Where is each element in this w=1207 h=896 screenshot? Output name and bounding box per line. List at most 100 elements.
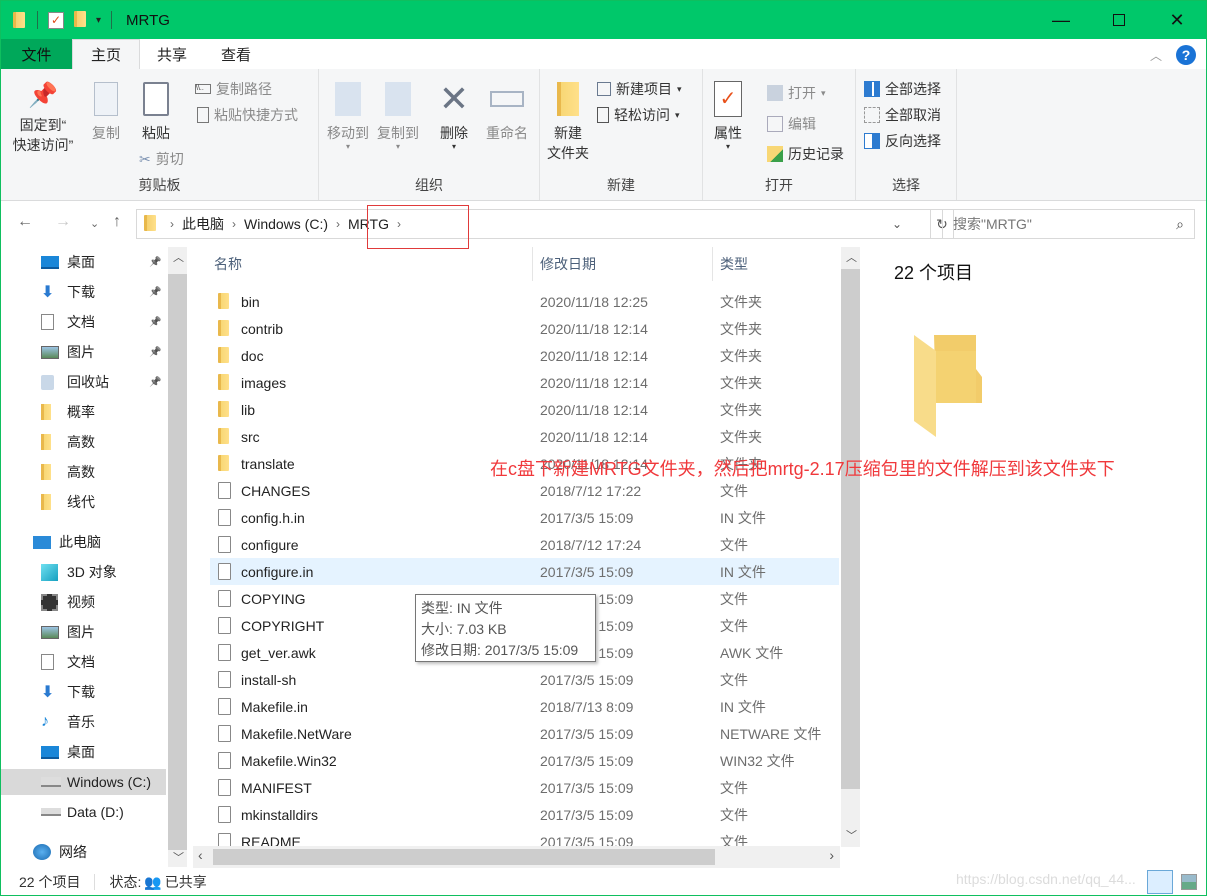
- sidebar-item-quick-access[interactable]: 图片 📌: [1, 339, 166, 365]
- tab-file[interactable]: 文件: [1, 39, 72, 69]
- delete-button[interactable]: ✕ 删除 ▾: [437, 79, 471, 151]
- tab-home[interactable]: 主页: [72, 39, 141, 69]
- easy-access-button[interactable]: 轻松访问 ▾: [597, 105, 680, 125]
- file-row[interactable]: lib 2020/11/18 12:14 文件夹: [210, 396, 839, 423]
- scroll-left-arrow[interactable]: ‹: [198, 847, 203, 863]
- rename-button[interactable]: 重命名: [483, 79, 531, 143]
- new-folder-button[interactable]: 新建 文件夹: [545, 79, 591, 163]
- sidebar-item-pc[interactable]: 图片: [1, 619, 166, 645]
- recent-locations-button[interactable]: ⌄: [90, 217, 99, 230]
- minimize-button[interactable]: —: [1032, 1, 1090, 39]
- scroll-right-arrow[interactable]: ›: [829, 847, 834, 863]
- file-row[interactable]: install-sh 2017/3/5 15:09 文件: [210, 666, 839, 693]
- breadcrumb-windows-c[interactable]: Windows (C:): [244, 216, 328, 232]
- file-list-scrollbar[interactable]: ︿ ﹀: [841, 247, 860, 847]
- sidebar-item-pc[interactable]: 3D 对象: [1, 559, 166, 585]
- pin-icon[interactable]: 📌: [149, 257, 161, 268]
- select-none-button[interactable]: 全部取消: [864, 105, 941, 125]
- pin-icon[interactable]: 📌: [149, 317, 161, 328]
- sidebar-item-quick-access[interactable]: 线代: [1, 489, 166, 515]
- breadcrumb-chevron-icon[interactable]: ›: [336, 217, 340, 231]
- scroll-up-arrow[interactable]: ︿: [173, 249, 184, 265]
- invert-selection-button[interactable]: 反向选择: [864, 131, 941, 151]
- sidebar-item-network[interactable]: 网络: [1, 839, 166, 865]
- help-icon[interactable]: ?: [1176, 45, 1196, 65]
- file-row[interactable]: Makefile.in 2018/7/13 8:09 IN 文件: [210, 693, 839, 720]
- scroll-up-arrow[interactable]: ︿: [846, 249, 857, 265]
- file-row[interactable]: configure.in 2017/3/5 15:09 IN 文件: [210, 558, 839, 585]
- new-folder-quick-icon[interactable]: [74, 10, 86, 30]
- forward-button[interactable]: →: [55, 213, 71, 231]
- new-item-button[interactable]: 新建项目 ▾: [597, 79, 682, 99]
- properties-quick-icon[interactable]: ✓: [48, 11, 64, 29]
- file-row[interactable]: src 2020/11/18 12:14 文件夹: [210, 423, 839, 450]
- address-history-dropdown[interactable]: ⌄: [892, 217, 902, 231]
- sidebar-item-pc[interactable]: 桌面: [1, 739, 166, 765]
- sidebar-item-quick-access[interactable]: 高数: [1, 429, 166, 455]
- properties-button[interactable]: ✓ 属性 ▾: [711, 79, 745, 151]
- cut-button[interactable]: ✂ 剪切: [139, 149, 184, 169]
- column-divider[interactable]: [532, 247, 533, 281]
- sidebar-item-quick-access[interactable]: 桌面 📌: [1, 249, 166, 275]
- sidebar-item-pc[interactable]: ⬇ 下载: [1, 679, 166, 705]
- move-to-button[interactable]: 移动到 ▾: [325, 79, 371, 151]
- search-input[interactable]: 搜索"MRTG" ⌕: [942, 209, 1195, 239]
- close-button[interactable]: ✕: [1148, 1, 1206, 39]
- paste-button[interactable]: 粘贴: [139, 79, 173, 143]
- sidebar-item-quick-access[interactable]: 概率: [1, 399, 166, 425]
- column-header-name[interactable]: 名称: [214, 247, 242, 281]
- paste-shortcut-button[interactable]: 粘贴快捷方式: [197, 105, 298, 125]
- large-icons-view-button[interactable]: [1181, 874, 1197, 890]
- copy-to-button[interactable]: 复制到 ▾: [375, 79, 421, 151]
- customize-toolbar-icon[interactable]: ▾: [96, 15, 101, 26]
- horizontal-scrollbar[interactable]: ‹ ›: [193, 846, 840, 868]
- file-row[interactable]: doc 2020/11/18 12:14 文件夹: [210, 342, 839, 369]
- sidebar-scrollbar[interactable]: ︿ ﹀: [168, 247, 187, 867]
- file-row[interactable]: Makefile.Win32 2017/3/5 15:09 WIN32 文件: [210, 747, 839, 774]
- sidebar-item-quick-access[interactable]: 高数: [1, 459, 166, 485]
- sidebar-item-quick-access[interactable]: ⬇ 下载 📌: [1, 279, 166, 305]
- sidebar-scroll-thumb[interactable]: [168, 274, 187, 850]
- column-header-type[interactable]: 类型: [720, 247, 748, 281]
- history-button[interactable]: 历史记录: [767, 144, 844, 164]
- up-button[interactable]: ↑: [113, 213, 121, 231]
- edit-button[interactable]: 编辑: [767, 114, 816, 134]
- scroll-down-arrow[interactable]: ﹀: [846, 827, 857, 843]
- pin-icon[interactable]: 📌: [149, 377, 161, 388]
- column-header-date[interactable]: 修改日期: [540, 247, 596, 281]
- sidebar-item-pc[interactable]: ♪ 音乐: [1, 709, 166, 735]
- file-row[interactable]: contrib 2020/11/18 12:14 文件夹: [210, 315, 839, 342]
- collapse-ribbon-icon[interactable]: ︿: [1150, 47, 1162, 64]
- file-list-scroll-thumb[interactable]: [841, 269, 860, 789]
- file-row[interactable]: configure 2018/7/12 17:24 文件: [210, 531, 839, 558]
- breadcrumb-chevron-icon[interactable]: ›: [232, 217, 236, 231]
- breadcrumb-chevron-icon[interactable]: ›: [170, 217, 174, 231]
- copy-button[interactable]: 复制: [89, 79, 123, 143]
- sidebar-item-this-pc[interactable]: 此电脑: [1, 529, 166, 555]
- sidebar-item-pc[interactable]: 视频: [1, 589, 166, 615]
- details-view-button[interactable]: [1147, 870, 1173, 894]
- back-button[interactable]: ←: [17, 213, 33, 231]
- pin-quick-access-button[interactable]: 📌 固定到“ 快速访问”: [9, 81, 77, 155]
- copy-path-button[interactable]: \\.. 复制路径: [195, 79, 272, 99]
- sidebar-item-quick-access[interactable]: 文档 📌: [1, 309, 166, 335]
- file-row[interactable]: config.h.in 2017/3/5 15:09 IN 文件: [210, 504, 839, 531]
- column-divider[interactable]: [712, 247, 713, 281]
- file-row[interactable]: MANIFEST 2017/3/5 15:09 文件: [210, 774, 839, 801]
- breadcrumb-this-pc[interactable]: 此电脑: [182, 214, 224, 234]
- scroll-down-arrow[interactable]: ﹀: [173, 849, 184, 865]
- sidebar-item-quick-access[interactable]: 回收站 📌: [1, 369, 166, 395]
- file-row[interactable]: mkinstalldirs 2017/3/5 15:09 文件: [210, 801, 839, 828]
- horizontal-scroll-thumb[interactable]: [213, 849, 715, 865]
- tab-view[interactable]: 查看: [204, 39, 268, 69]
- file-row[interactable]: README 2017/3/5 15:09 文件: [210, 828, 839, 847]
- pin-icon[interactable]: 📌: [149, 347, 161, 358]
- pin-icon[interactable]: 📌: [149, 287, 161, 298]
- file-row[interactable]: CHANGES 2018/7/12 17:22 文件: [210, 477, 839, 504]
- maximize-button[interactable]: [1090, 1, 1148, 39]
- address-bar[interactable]: › 此电脑 › Windows (C:) › MRTG › ⌄ ↻: [136, 209, 954, 239]
- sidebar-item-pc[interactable]: 文档: [1, 649, 166, 675]
- open-button[interactable]: 打开 ▾: [767, 83, 826, 103]
- sidebar-item-pc[interactable]: Windows (C:): [1, 769, 166, 795]
- sidebar-item-pc[interactable]: Data (D:): [1, 799, 166, 825]
